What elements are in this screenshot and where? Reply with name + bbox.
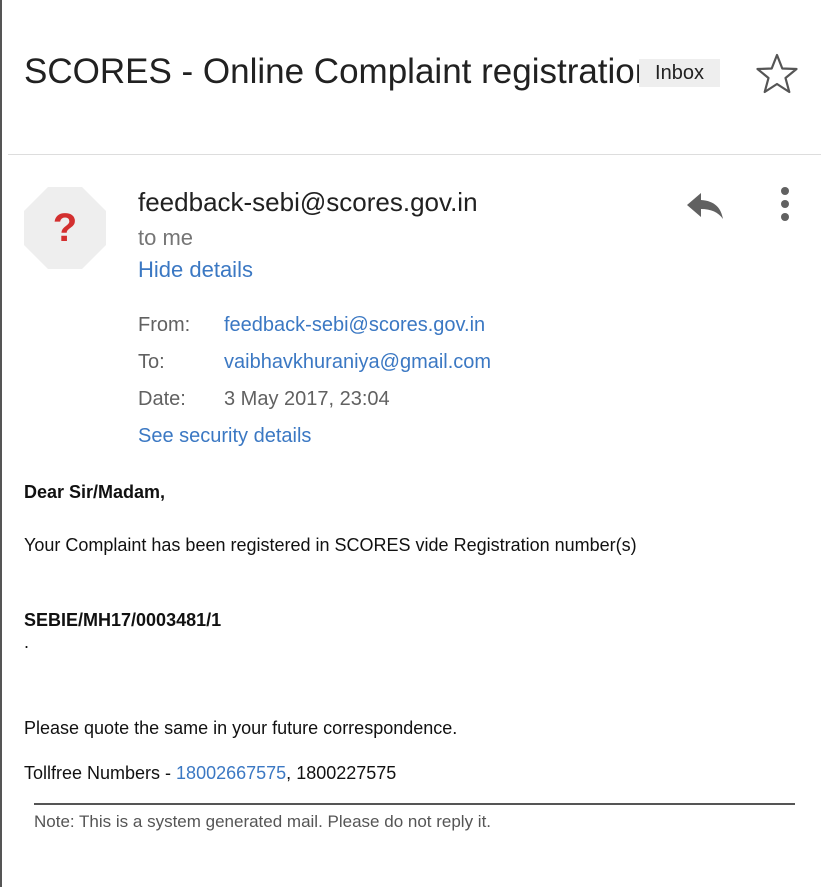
tollfree-number-2: 1800227575 (296, 763, 397, 783)
quote-instruction: Please quote the same in your future cor… (24, 718, 458, 738)
tollfree-number-link[interactable]: 18002667575 (176, 763, 286, 783)
subject-row: SCORES - Online Complaint registration I… (0, 0, 821, 155)
sender-address: feedback-sebi@scores.gov.in (138, 187, 478, 217)
tollfree-label: Tollfree Numbers - (24, 763, 177, 783)
from-label: From: (138, 314, 191, 336)
tollfree-separator: , (286, 763, 297, 783)
stray-dot: . (24, 632, 30, 652)
more-vertical-icon[interactable] (770, 186, 800, 224)
star-outline-icon[interactable] (755, 52, 799, 96)
footer-divider (34, 803, 795, 805)
registration-message: Your Complaint has been registered in SC… (24, 535, 637, 555)
reply-icon[interactable] (685, 191, 725, 221)
unknown-sender-icon: ? (24, 187, 106, 269)
recipient-summary: to me (138, 225, 194, 250)
subject-divider (8, 154, 821, 155)
date-value: 3 May 2017, 23:04 (224, 388, 390, 410)
greeting: Dear Sir/Madam, (24, 482, 166, 502)
security-details-link[interactable]: See security details (138, 425, 311, 448)
from-address-link[interactable]: feedback-sebi@scores.gov.in (224, 314, 485, 337)
hide-details-link[interactable]: Hide details (138, 257, 253, 283)
system-note: Note: This is a system generated mail. P… (34, 812, 492, 831)
avatar-glyph: ? (53, 206, 77, 250)
registration-number: SEBIE/MH17/0003481/1 (24, 610, 222, 630)
inbox-label-badge[interactable]: Inbox (639, 59, 720, 87)
email-subject: SCORES - Online Complaint registration (24, 52, 655, 91)
to-label: To: (138, 351, 165, 373)
to-address-link[interactable]: vaibhavkhuraniya@gmail.com (224, 351, 491, 374)
date-label: Date: (138, 388, 186, 410)
tollfree-line: Tollfree Numbers - 18002667575, 18002275… (24, 763, 396, 784)
